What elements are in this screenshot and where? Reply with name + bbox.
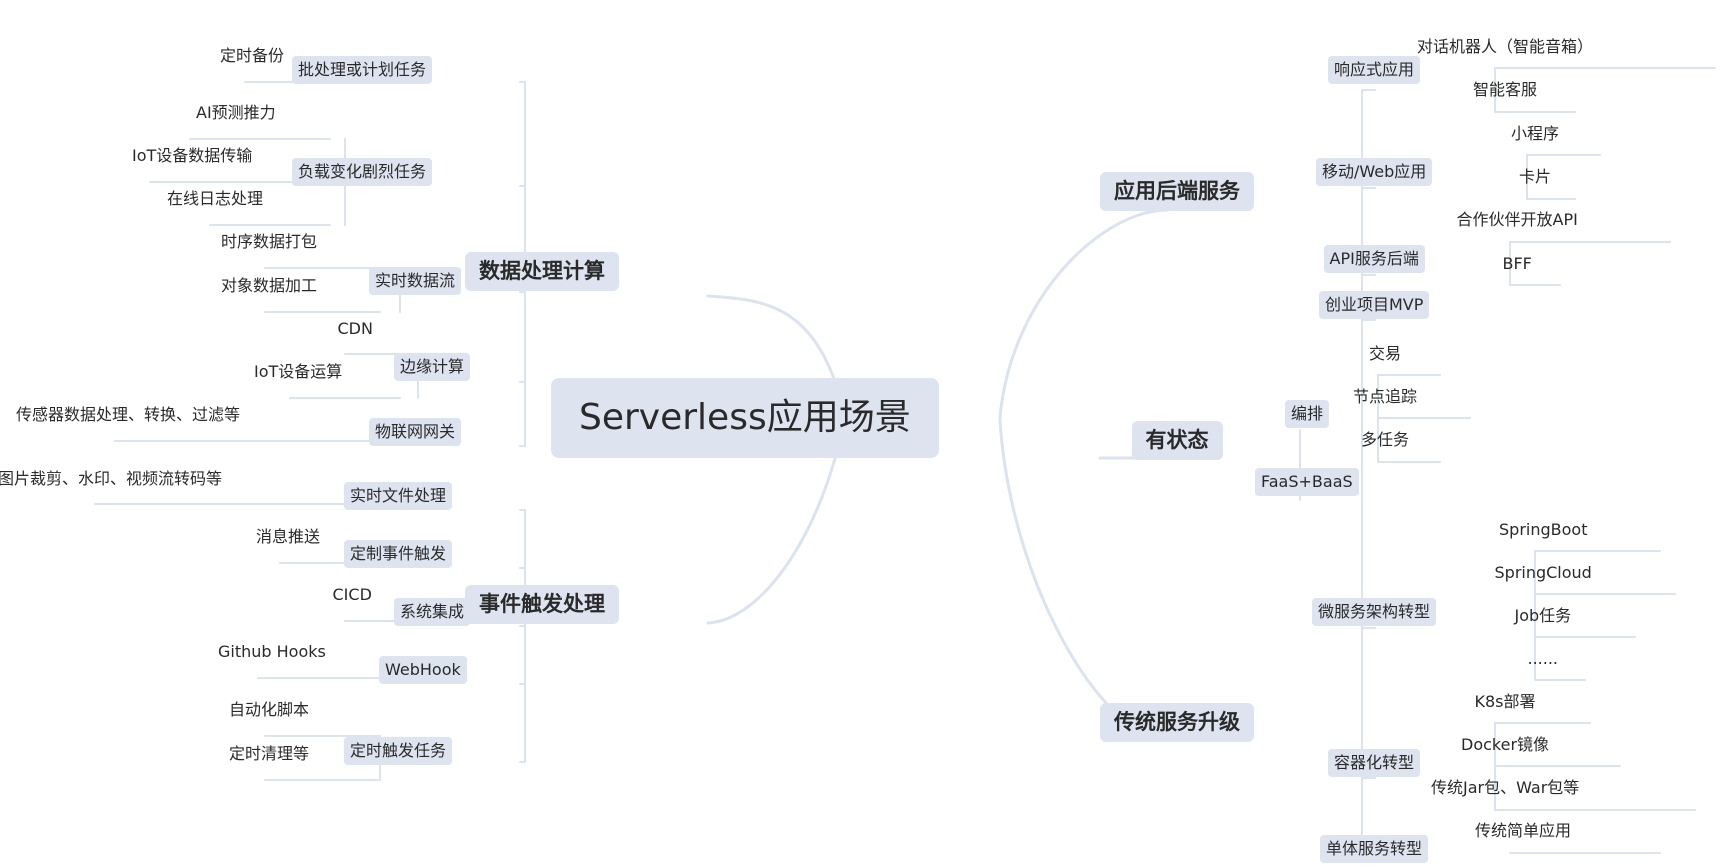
leaf-iot-compute: IoT设备运算	[254, 362, 343, 381]
sub-integration[interactable]: 系统集成	[394, 598, 471, 626]
leaf-github-hooks: Github Hooks	[218, 642, 326, 661]
leaf-k8s: K8s部署	[1474, 692, 1536, 711]
leaf-springboot: SpringBoot	[1499, 520, 1588, 539]
main-backend[interactable]: 应用后端服务	[1100, 171, 1254, 211]
sub-stream[interactable]: 实时数据流	[369, 267, 462, 295]
leaf-multitask: 多任务	[1361, 430, 1410, 449]
leaf-cicd: CICD	[332, 585, 372, 604]
main-data-processing[interactable]: 数据处理计算	[465, 251, 619, 291]
sub-orchestrate[interactable]: 编排	[1285, 400, 1330, 428]
sub-container[interactable]: 容器化转型	[1328, 749, 1421, 777]
leaf-push: 消息推送	[256, 527, 321, 546]
leaf-card: 卡片	[1519, 167, 1552, 186]
sub-edge[interactable]: 边缘计算	[394, 353, 471, 381]
sub-custom-event[interactable]: 定制事件触发	[344, 540, 453, 568]
leaf-job: Job任务	[1514, 606, 1572, 625]
leaf-timeseries: 时序数据打包	[221, 232, 318, 251]
main-legacy[interactable]: 传统服务升级	[1100, 702, 1254, 742]
sub-iot-gateway[interactable]: 物联网网关	[369, 418, 462, 446]
leaf-more: ......	[1527, 649, 1559, 668]
sub-file[interactable]: 实时文件处理	[344, 482, 453, 510]
leaf-bff: BFF	[1502, 254, 1532, 273]
sub-cron[interactable]: 定时触发任务	[344, 737, 453, 765]
sub-microservice[interactable]: 微服务架构转型	[1312, 598, 1437, 626]
leaf-docker: Docker镜像	[1461, 735, 1550, 754]
leaf-customer-service: 智能客服	[1473, 80, 1538, 99]
leaf-script: 自动化脚本	[229, 700, 310, 719]
leaf-log: 在线日志处理	[167, 189, 264, 208]
mindmap: Serverless应用场景 数据处理计算 事件触发处理 应用后端服务 有状态 …	[0, 0, 1724, 866]
leaf-cleanup: 定时清理等	[229, 744, 310, 763]
sub-webhook[interactable]: WebHook	[379, 656, 467, 684]
sub-mvp[interactable]: 创业项目MVP	[1319, 291, 1430, 319]
leaf-trade: 交易	[1369, 344, 1402, 363]
leaf-miniapp: 小程序	[1511, 124, 1560, 143]
sub-load[interactable]: 负载变化剧烈任务	[292, 158, 433, 186]
leaf-iot-data: IoT设备数据传输	[132, 146, 253, 165]
sub-monolith[interactable]: 单体服务转型	[1320, 835, 1429, 863]
leaf-object: 对象数据加工	[221, 276, 318, 295]
sub-faas-baas[interactable]: FaaS+BaaS	[1255, 468, 1359, 496]
sub-batch[interactable]: 批处理或计划任务	[292, 56, 433, 84]
leaf-ai: AI预测推力	[196, 103, 276, 122]
leaf-trace: 节点追踪	[1353, 387, 1418, 406]
leaf-simple-app: 传统简单应用	[1475, 821, 1572, 840]
leaf-backup: 定时备份	[220, 46, 285, 65]
leaf-image: 图片裁剪、水印、视频流转码等	[0, 469, 223, 488]
sub-mobile[interactable]: 移动/Web应用	[1316, 158, 1433, 186]
leaf-chatbot: 对话机器人（智能音箱）	[1417, 37, 1594, 56]
leaf-cdn: CDN	[337, 319, 373, 338]
leaf-sensor: 传感器数据处理、转换、过滤等	[16, 405, 241, 424]
leaf-partner-api: 合作伙伴开放API	[1456, 210, 1578, 229]
root-node[interactable]: Serverless应用场景	[551, 378, 939, 458]
main-event-trigger[interactable]: 事件触发处理	[465, 584, 619, 624]
leaf-jar-war: 传统Jar包、War包等	[1431, 778, 1580, 797]
sub-reactive[interactable]: 响应式应用	[1328, 56, 1421, 84]
leaf-springcloud: SpringCloud	[1494, 563, 1592, 582]
main-stateful[interactable]: 有状态	[1131, 420, 1223, 460]
sub-api[interactable]: API服务后端	[1323, 245, 1425, 273]
